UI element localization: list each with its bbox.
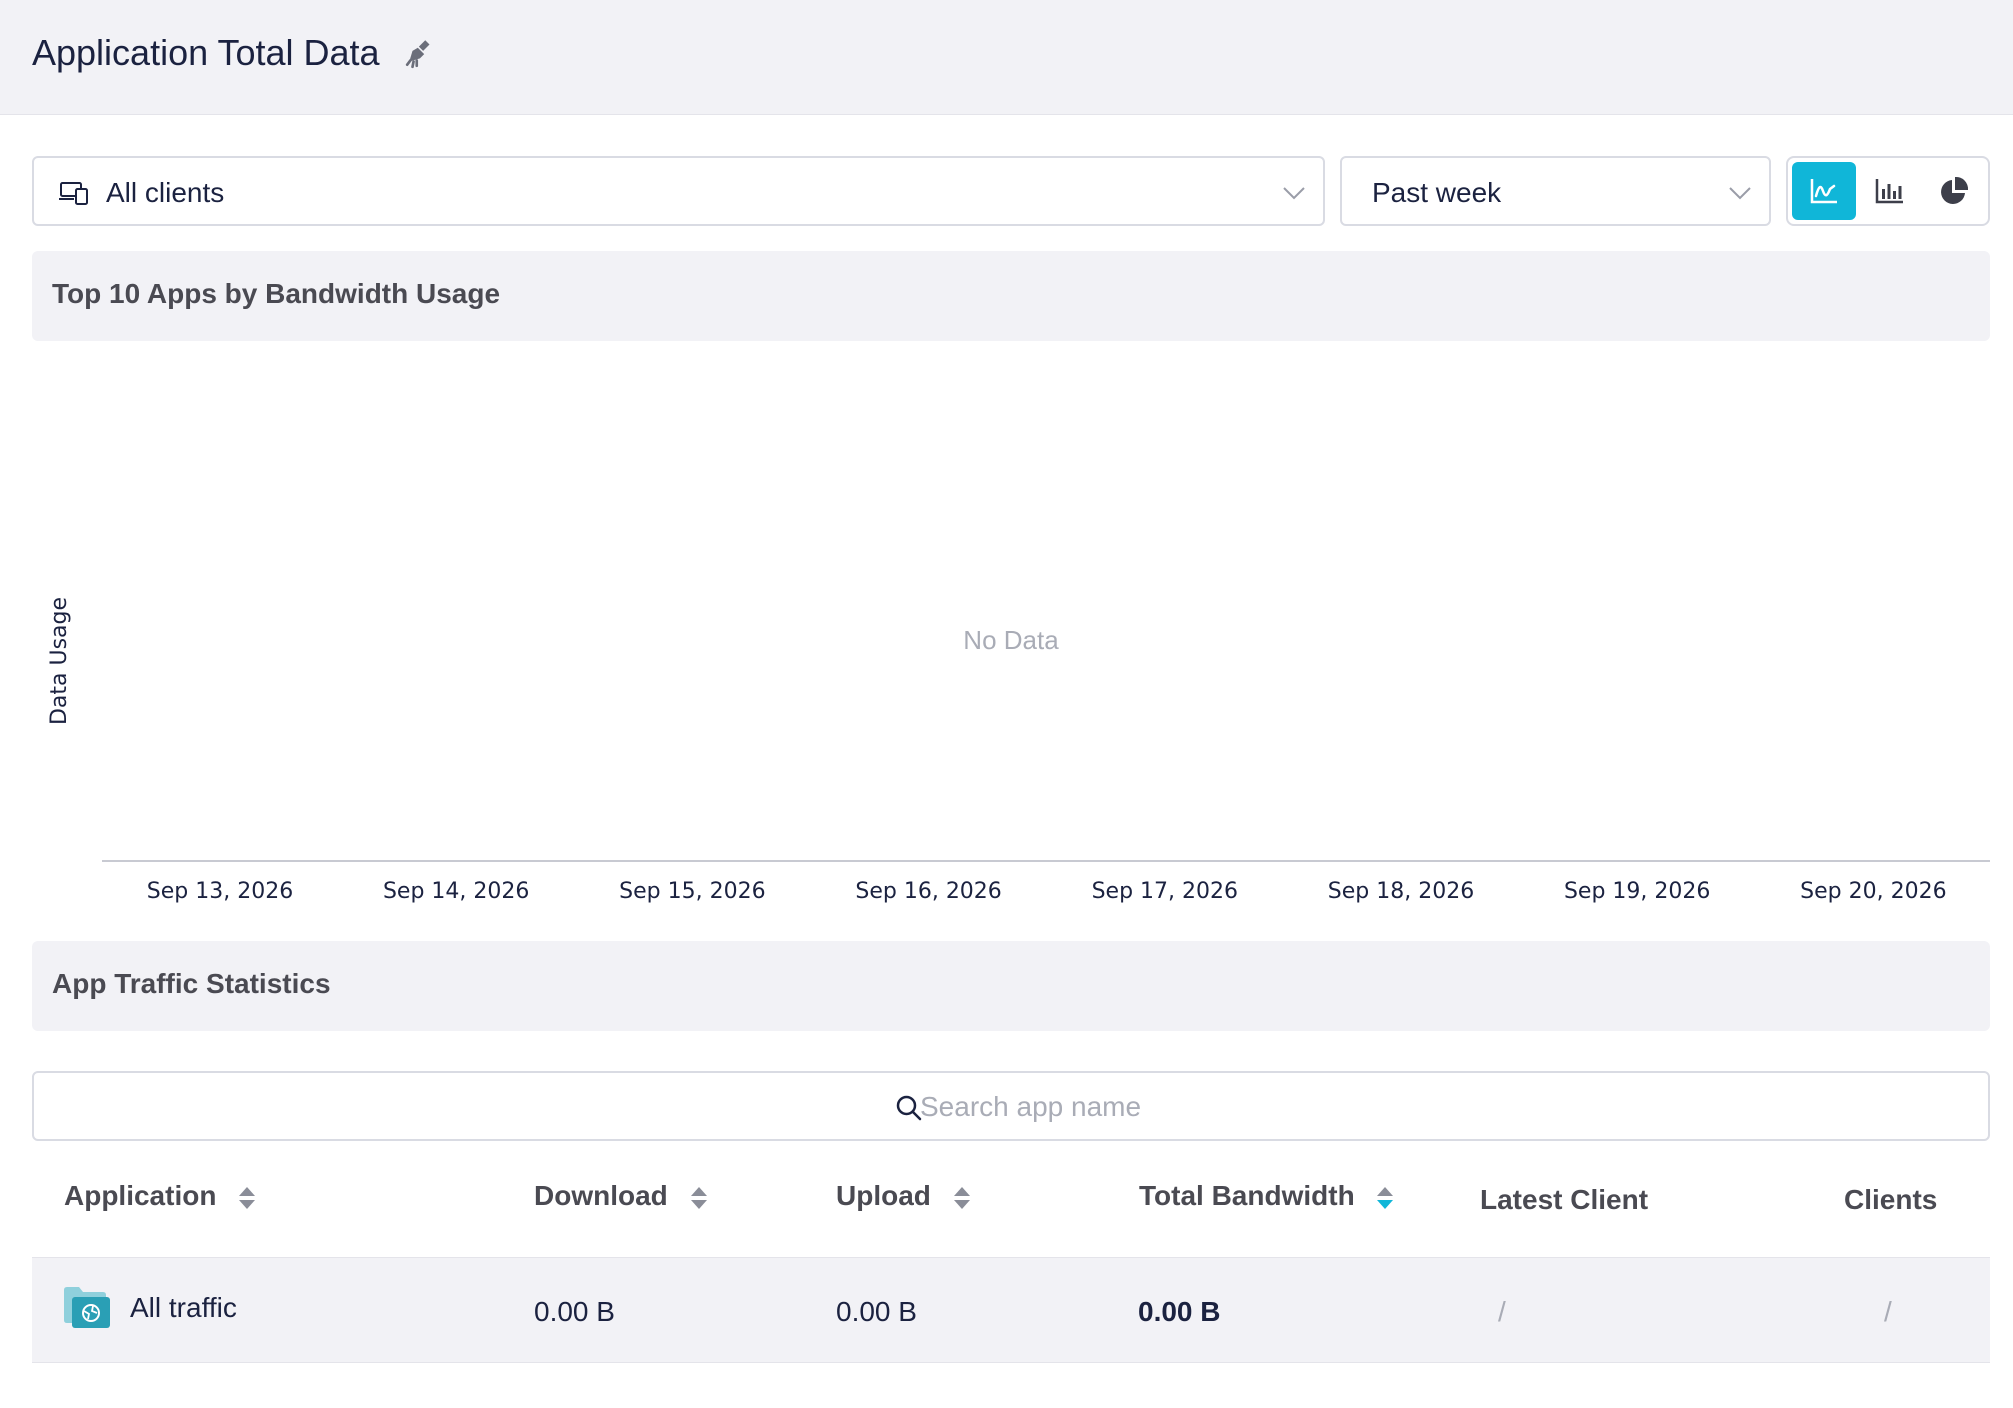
column-header-application[interactable]: Application [64, 1180, 258, 1212]
sort-icon[interactable] [951, 1184, 973, 1212]
table-row[interactable]: All traffic 0.00 B 0.00 B 0.00 B / / [32, 1257, 1990, 1363]
devices-icon [59, 182, 88, 205]
broom-icon[interactable] [404, 36, 438, 70]
search-input[interactable] [920, 1085, 1420, 1129]
cell-latest-client: / [1498, 1296, 1506, 1327]
column-header-upload[interactable]: Upload [836, 1180, 973, 1212]
x-tick-label: Sep 13, 2026 [147, 879, 293, 904]
no-data-message: No Data [963, 625, 1059, 655]
line-view-button[interactable] [1792, 162, 1856, 220]
column-header-latest-client: Latest Client [1480, 1184, 1648, 1216]
column-header-label: Latest Client [1480, 1184, 1649, 1215]
column-header-label: Application [64, 1180, 217, 1211]
sort-icon[interactable] [688, 1184, 710, 1212]
chart-canvas: Data Usage No Data Sep 13, 2026 Sep 14, 2… [47, 597, 1990, 904]
client-select[interactable]: All clients [32, 156, 1325, 226]
client-select-value: All clients [106, 177, 225, 208]
column-header-label: Upload [836, 1180, 931, 1211]
column-header-download[interactable]: Download [534, 1180, 710, 1212]
x-tick-label: Sep 14, 2026 [383, 879, 529, 904]
column-header-label: Download [534, 1180, 668, 1211]
column-header-clients: Clients [1844, 1184, 1937, 1216]
chart-view-switch [1786, 156, 1990, 226]
bandwidth-chart: Data Usage No Data Sep 13, 2026 Sep 14, 2… [32, 341, 1990, 921]
chart-section-header: Top 10 Apps by Bandwidth Usage [32, 251, 1990, 341]
x-tick-label: Sep 20, 2026 [1800, 879, 1946, 904]
chevron-down-icon [1283, 187, 1305, 200]
page-header: Application Total Data [0, 0, 2013, 115]
page-title: Application Total Data [32, 32, 380, 73]
chart-section-title: Top 10 Apps by Bandwidth Usage [52, 278, 501, 309]
x-tick-label: Sep 19, 2026 [1564, 879, 1710, 904]
column-header-total-bandwidth[interactable]: Total Bandwidth [1139, 1180, 1396, 1212]
line-chart-icon [1810, 179, 1837, 204]
column-header-label: Clients [1844, 1184, 1938, 1215]
cell-download: 0.00 B [534, 1296, 615, 1327]
cell-total-bandwidth: 0.00 B [1138, 1296, 1221, 1327]
column-header-label: Total Bandwidth [1139, 1180, 1355, 1211]
period-select[interactable]: Past week [1340, 156, 1771, 226]
cell-clients: / [1884, 1296, 1892, 1327]
sort-desc-icon[interactable] [1374, 1184, 1396, 1212]
bar-chart-icon [1875, 179, 1903, 204]
chevron-down-icon [1729, 187, 1751, 200]
sort-icon[interactable] [236, 1184, 258, 1212]
period-select-value: Past week [1372, 177, 1502, 208]
app-search-box[interactable] [32, 1071, 1990, 1141]
stats-section-title: App Traffic Statistics [52, 968, 331, 999]
x-tick-label: Sep 18, 2026 [1328, 879, 1474, 904]
pie-chart-icon [1941, 176, 1969, 204]
bar-view-button[interactable] [1858, 162, 1922, 220]
cell-application: All traffic [130, 1292, 237, 1323]
x-axis-ticks: Sep 13, 2026 Sep 14, 2026 Sep 15, 2026 Sep … [147, 879, 1947, 904]
stats-section-header: App Traffic Statistics [32, 941, 1990, 1031]
y-axis-label: Data Usage [47, 597, 72, 725]
x-tick-label: Sep 16, 2026 [855, 879, 1001, 904]
cell-upload: 0.00 B [836, 1296, 917, 1327]
x-tick-label: Sep 17, 2026 [1092, 879, 1238, 904]
pie-view-button[interactable] [1922, 162, 1986, 220]
folder-globe-icon [64, 1287, 110, 1328]
x-tick-label: Sep 15, 2026 [619, 879, 765, 904]
